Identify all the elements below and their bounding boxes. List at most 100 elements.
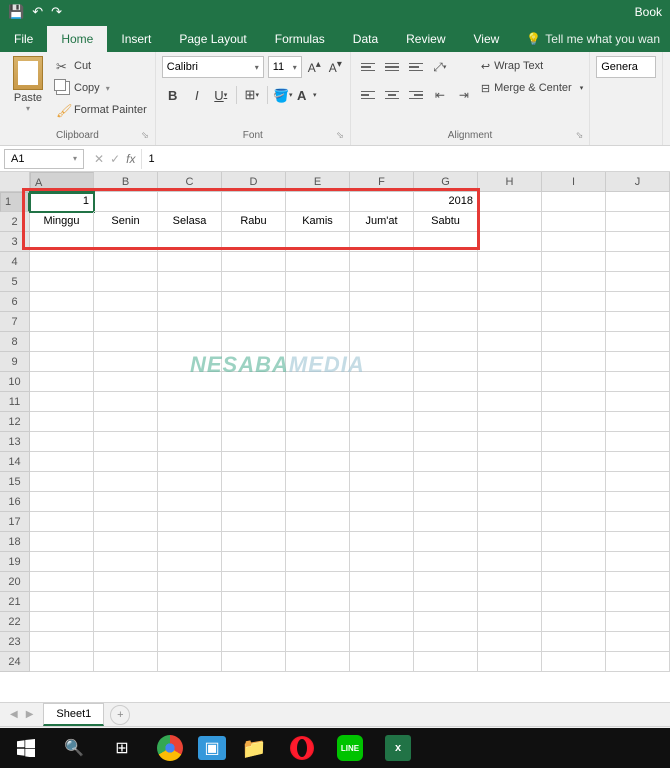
cell-I20[interactable] <box>542 572 606 592</box>
cell-F23[interactable] <box>350 632 414 652</box>
col-header-B[interactable]: B <box>94 172 158 191</box>
fill-color-button[interactable]: 🪣▾ <box>272 84 294 106</box>
cell-I17[interactable] <box>542 512 606 532</box>
cell-J15[interactable] <box>606 472 670 492</box>
cell-B22[interactable] <box>94 612 158 632</box>
cell-G23[interactable] <box>414 632 478 652</box>
row-header-18[interactable]: 18 <box>0 532 30 552</box>
cell-D23[interactable] <box>222 632 286 652</box>
merge-center-button[interactable]: ⊟Merge & Center▾ <box>481 78 583 98</box>
cell-B23[interactable] <box>94 632 158 652</box>
cell-A10[interactable] <box>30 372 94 392</box>
file-explorer-button[interactable]: 📁 <box>234 732 274 764</box>
cell-F6[interactable] <box>350 292 414 312</box>
cell-H9[interactable] <box>478 352 542 372</box>
cell-J17[interactable] <box>606 512 670 532</box>
col-header-D[interactable]: D <box>222 172 286 191</box>
cell-E14[interactable] <box>286 452 350 472</box>
cell-I10[interactable] <box>542 372 606 392</box>
align-right-button[interactable] <box>405 84 427 106</box>
windows-start-button[interactable] <box>6 732 46 764</box>
col-header-H[interactable]: H <box>478 172 542 191</box>
wrap-text-button[interactable]: ↩Wrap Text <box>481 56 583 76</box>
cell-H3[interactable] <box>478 232 542 252</box>
cell-J24[interactable] <box>606 652 670 672</box>
cell-D22[interactable] <box>222 612 286 632</box>
align-top-button[interactable] <box>357 56 379 78</box>
cell-D4[interactable] <box>222 252 286 272</box>
cell-H16[interactable] <box>478 492 542 512</box>
cell-I16[interactable] <box>542 492 606 512</box>
row-header-7[interactable]: 7 <box>0 312 30 332</box>
cell-I2[interactable] <box>542 212 606 232</box>
cell-B4[interactable] <box>94 252 158 272</box>
undo-icon[interactable]: ↶ <box>32 4 43 20</box>
cell-J12[interactable] <box>606 412 670 432</box>
cell-C14[interactable] <box>158 452 222 472</box>
row-header-11[interactable]: 11 <box>0 392 30 412</box>
cell-F7[interactable] <box>350 312 414 332</box>
cell-C8[interactable] <box>158 332 222 352</box>
dialog-launcher-icon[interactable]: ⬂ <box>141 130 149 141</box>
cell-A4[interactable] <box>30 252 94 272</box>
cell-A20[interactable] <box>30 572 94 592</box>
cell-E22[interactable] <box>286 612 350 632</box>
cell-A13[interactable] <box>30 432 94 452</box>
cell-D17[interactable] <box>222 512 286 532</box>
cell-I15[interactable] <box>542 472 606 492</box>
cell-G22[interactable] <box>414 612 478 632</box>
cell-I12[interactable] <box>542 412 606 432</box>
cells-area[interactable]: 12018MingguSeninSelasaRabuKamisJum'atSab… <box>30 192 670 672</box>
cell-C20[interactable] <box>158 572 222 592</box>
cell-C24[interactable] <box>158 652 222 672</box>
cell-E19[interactable] <box>286 552 350 572</box>
cell-H15[interactable] <box>478 472 542 492</box>
cell-B6[interactable] <box>94 292 158 312</box>
cell-A22[interactable] <box>30 612 94 632</box>
cell-I18[interactable] <box>542 532 606 552</box>
dialog-launcher-icon[interactable]: ⬂ <box>336 130 344 141</box>
cell-G15[interactable] <box>414 472 478 492</box>
cell-I21[interactable] <box>542 592 606 612</box>
cell-H2[interactable] <box>478 212 542 232</box>
cell-J2[interactable] <box>606 212 670 232</box>
decrease-font-button[interactable]: A▾ <box>327 59 344 75</box>
tab-nav-prev[interactable]: ◀ <box>10 709 18 720</box>
cell-E11[interactable] <box>286 392 350 412</box>
cell-J1[interactable] <box>606 192 670 212</box>
cell-J21[interactable] <box>606 592 670 612</box>
row-header-10[interactable]: 10 <box>0 372 30 392</box>
cell-H1[interactable] <box>478 192 542 212</box>
redo-icon[interactable]: ↷ <box>51 4 62 20</box>
save-icon[interactable]: 💾 <box>8 4 24 20</box>
cell-I19[interactable] <box>542 552 606 572</box>
cell-J22[interactable] <box>606 612 670 632</box>
increase-font-button[interactable]: A▴ <box>306 59 323 75</box>
cell-E10[interactable] <box>286 372 350 392</box>
tab-page-layout[interactable]: Page Layout <box>165 26 260 52</box>
cell-A3[interactable] <box>30 232 94 252</box>
cell-C1[interactable] <box>158 192 222 212</box>
cell-A17[interactable] <box>30 512 94 532</box>
cell-D2[interactable]: Rabu <box>222 212 286 232</box>
cell-C12[interactable] <box>158 412 222 432</box>
cell-J3[interactable] <box>606 232 670 252</box>
row-header-20[interactable]: 20 <box>0 572 30 592</box>
cell-J8[interactable] <box>606 332 670 352</box>
cell-F13[interactable] <box>350 432 414 452</box>
row-header-3[interactable]: 3 <box>0 232 30 252</box>
cell-C16[interactable] <box>158 492 222 512</box>
cell-A7[interactable] <box>30 312 94 332</box>
tab-data[interactable]: Data <box>339 26 392 52</box>
col-header-F[interactable]: F <box>350 172 414 191</box>
row-header-22[interactable]: 22 <box>0 612 30 632</box>
cell-E16[interactable] <box>286 492 350 512</box>
col-header-A[interactable]: A <box>30 172 94 194</box>
cancel-icon[interactable]: ✕ <box>94 152 104 166</box>
increase-indent-button[interactable]: ⇥ <box>453 84 475 106</box>
cell-I14[interactable] <box>542 452 606 472</box>
cell-F19[interactable] <box>350 552 414 572</box>
cell-D6[interactable] <box>222 292 286 312</box>
cell-G6[interactable] <box>414 292 478 312</box>
cell-C3[interactable] <box>158 232 222 252</box>
